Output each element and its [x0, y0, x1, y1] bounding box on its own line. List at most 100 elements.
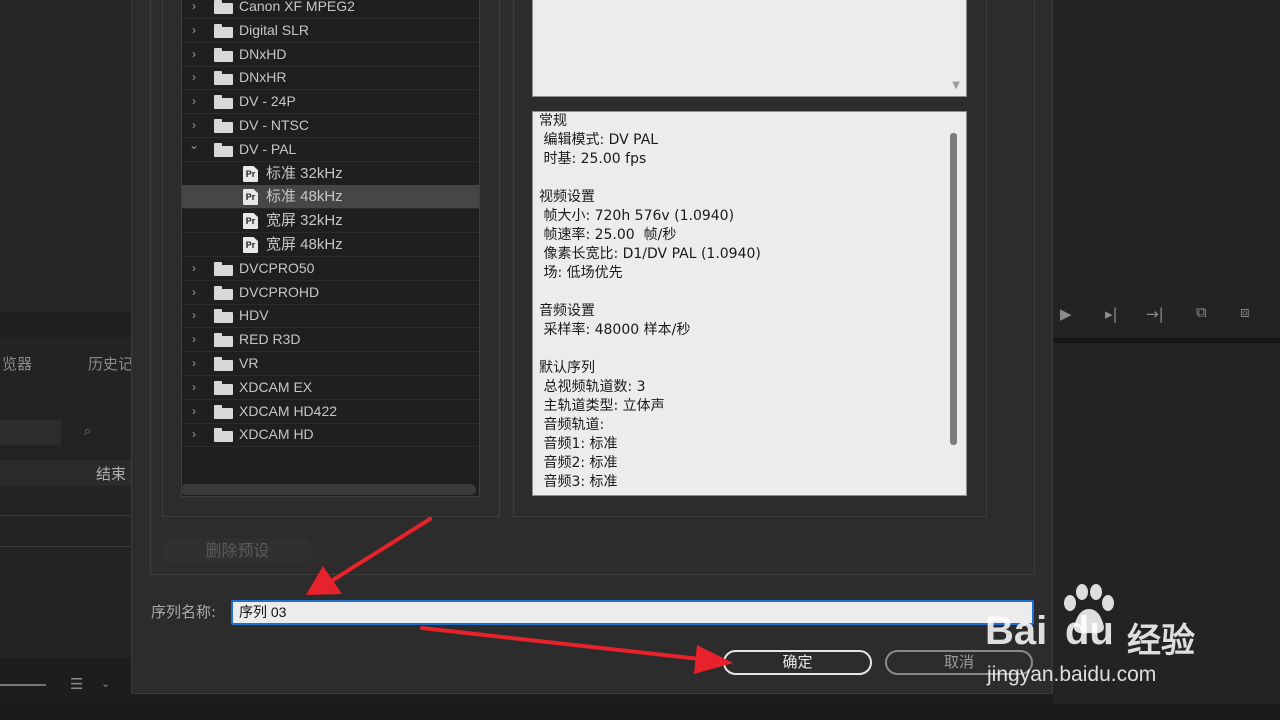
watermark-jingyan: 经验 — [1127, 622, 1195, 660]
details-line — [539, 283, 761, 302]
watermark-bai: Bai — [985, 609, 1048, 653]
chevron-right-icon[interactable]: › — [188, 66, 200, 89]
details-line: 常规 — [539, 113, 567, 129]
panel-divider — [0, 312, 131, 338]
chevron-right-icon[interactable]: › — [188, 423, 200, 446]
folder-icon — [214, 48, 233, 62]
tree-folder-row[interactable]: › DNxHD — [182, 43, 479, 67]
lift-icon[interactable]: ⧉ — [1196, 303, 1207, 321]
column-end-label: 结束 — [96, 465, 127, 483]
tree-row-label: DVCPROHD — [239, 284, 320, 300]
extract-icon[interactable]: ⧈ — [1240, 303, 1250, 321]
tree-row-label: Canon XF MPEG2 — [239, 0, 355, 14]
tree-row-label: XDCAM EX — [239, 379, 313, 395]
chevron-right-icon[interactable]: › — [188, 257, 200, 280]
project-search-field[interactable] — [0, 420, 61, 445]
details-line: 帧速率: 25.00 帧/秒 — [539, 227, 677, 243]
row-divider — [0, 546, 131, 547]
folder-icon — [214, 143, 233, 157]
tree-row-label: DVCPRO50 — [239, 260, 315, 276]
details-line: 总视频轨道数: 3 — [539, 379, 646, 395]
tree-row-label: DV - 24P — [239, 93, 296, 109]
folder-icon — [214, 405, 233, 419]
chevron-right-icon[interactable]: › — [188, 43, 200, 66]
ok-button[interactable]: 确定 — [723, 650, 872, 675]
folder-icon — [214, 333, 233, 347]
folder-icon — [214, 428, 233, 442]
zoom-slider[interactable] — [0, 684, 46, 686]
folder-icon — [214, 71, 233, 85]
tree-preset-row[interactable]: Pr 宽屏 48kHz — [182, 233, 479, 257]
chevron-right-icon[interactable]: › — [188, 328, 200, 351]
chevron-down-icon[interactable]: ⌄ — [188, 134, 200, 157]
tree-preset-row[interactable]: Pr 宽屏 32kHz — [182, 209, 479, 233]
chevron-right-icon[interactable]: › — [188, 90, 200, 113]
tree-row-label: Digital SLR — [239, 22, 310, 38]
tree-row-label: VR — [239, 355, 259, 371]
tree-folder-row[interactable]: › DNxHR — [182, 66, 479, 90]
details-line: 音频设置 — [539, 303, 595, 319]
scroll-down-arrow-icon[interactable]: ▼ — [952, 80, 960, 91]
program-monitor-area — [1053, 0, 1280, 338]
chevron-right-icon[interactable]: › — [188, 19, 200, 42]
tree-preset-row[interactable]: Pr 标准 48kHz — [182, 185, 479, 209]
chevron-down-icon[interactable]: ⌄ — [101, 677, 110, 690]
details-line: 音频轨道: — [539, 417, 605, 433]
go-to-out-icon[interactable]: →| — [1146, 305, 1164, 323]
tab-media-browser[interactable]: 览器 — [2, 353, 32, 374]
tree-folder-row[interactable]: › Canon XF MPEG2 — [182, 0, 479, 19]
chevron-right-icon[interactable]: › — [188, 304, 200, 327]
chevron-right-icon[interactable]: › — [188, 0, 200, 18]
details-line: 编辑模式: DV PAL — [539, 132, 659, 148]
details-line: 音频1: 标准 — [539, 436, 618, 452]
sequence-name-input[interactable]: 序列 03 — [231, 600, 1034, 625]
tree-row-label: DV - NTSC — [239, 117, 309, 133]
details-text: 常规 编辑模式: DV PAL 时基: 25.00 fps 视频设置 帧大小: 7… — [539, 112, 761, 492]
tree-folder-row[interactable]: › DV - NTSC — [182, 114, 479, 138]
preset-tree[interactable]: › Canon XF MPEG2 › Digital SLR › DNxHD › DNxHR ›… — [181, 0, 480, 497]
tree-row-label: 宽屏 32kHz — [266, 212, 343, 229]
row-divider — [0, 515, 131, 516]
watermark-url: jingyan.baidu.com — [987, 663, 1157, 686]
premiere-preset-icon: Pr — [243, 166, 258, 182]
step-forward-icon[interactable]: ▸| — [1105, 305, 1118, 323]
details-line: 音频3: 标准 — [539, 474, 618, 490]
preset-tree-scrollbar[interactable] — [181, 484, 476, 495]
delete-preset-button[interactable]: 删除预设 — [162, 538, 313, 563]
tree-folder-row[interactable]: › Digital SLR — [182, 19, 479, 43]
tree-row-label: XDCAM HD — [239, 426, 314, 442]
tree-folder-row[interactable]: › DVCPROHD — [182, 281, 479, 305]
details-line: 主轨道类型: 立体声 — [539, 398, 665, 414]
chevron-right-icon[interactable]: › — [188, 352, 200, 375]
tree-row-label: HDV — [239, 307, 269, 323]
preset-details-panel: 常规 编辑模式: DV PAL 时基: 25.00 fps 视频设置 帧大小: 7… — [532, 111, 967, 496]
tab-history[interactable]: 历史记 — [88, 353, 133, 374]
baidu-jingyan-watermark: Bai du 经验 jingyan.baidu.com — [985, 583, 1275, 693]
tree-folder-row[interactable]: ⌄ DV - PAL — [182, 138, 479, 162]
play-icon[interactable]: ▶ — [1060, 305, 1072, 323]
tree-folder-row[interactable]: › DV - 24P — [182, 90, 479, 114]
tree-folder-row[interactable]: › XDCAM EX — [182, 376, 479, 400]
description-text-area: ▼ — [532, 0, 967, 97]
tree-preset-row[interactable]: Pr 标准 32kHz — [182, 162, 479, 186]
tree-folder-row[interactable]: › HDV — [182, 304, 479, 328]
folder-icon — [214, 0, 233, 14]
tree-folder-row[interactable]: › RED R3D — [182, 328, 479, 352]
tree-folder-row[interactable]: › VR — [182, 352, 479, 376]
details-line: 默认序列 — [539, 360, 595, 376]
chevron-right-icon[interactable]: › — [188, 376, 200, 399]
chevron-right-icon[interactable]: › — [188, 400, 200, 423]
find-icon[interactable]: ⌕ — [84, 424, 91, 439]
list-view-icon[interactable]: ☰ — [70, 675, 83, 693]
tree-folder-row[interactable]: › XDCAM HD — [182, 423, 479, 447]
folder-icon — [214, 262, 233, 276]
tree-row-label: 标准 48kHz — [266, 188, 343, 205]
details-line: 音频2: 标准 — [539, 455, 618, 471]
tree-folder-row[interactable]: › XDCAM HD422 — [182, 400, 479, 424]
chevron-right-icon[interactable]: › — [188, 281, 200, 304]
tree-folder-row[interactable]: › DVCPRO50 — [182, 257, 479, 281]
details-scrollbar[interactable] — [950, 133, 957, 445]
sequence-name-label: 序列名称: — [151, 603, 217, 621]
details-line: 采样率: 48000 样本/秒 — [539, 322, 691, 338]
folder-icon — [214, 381, 233, 395]
